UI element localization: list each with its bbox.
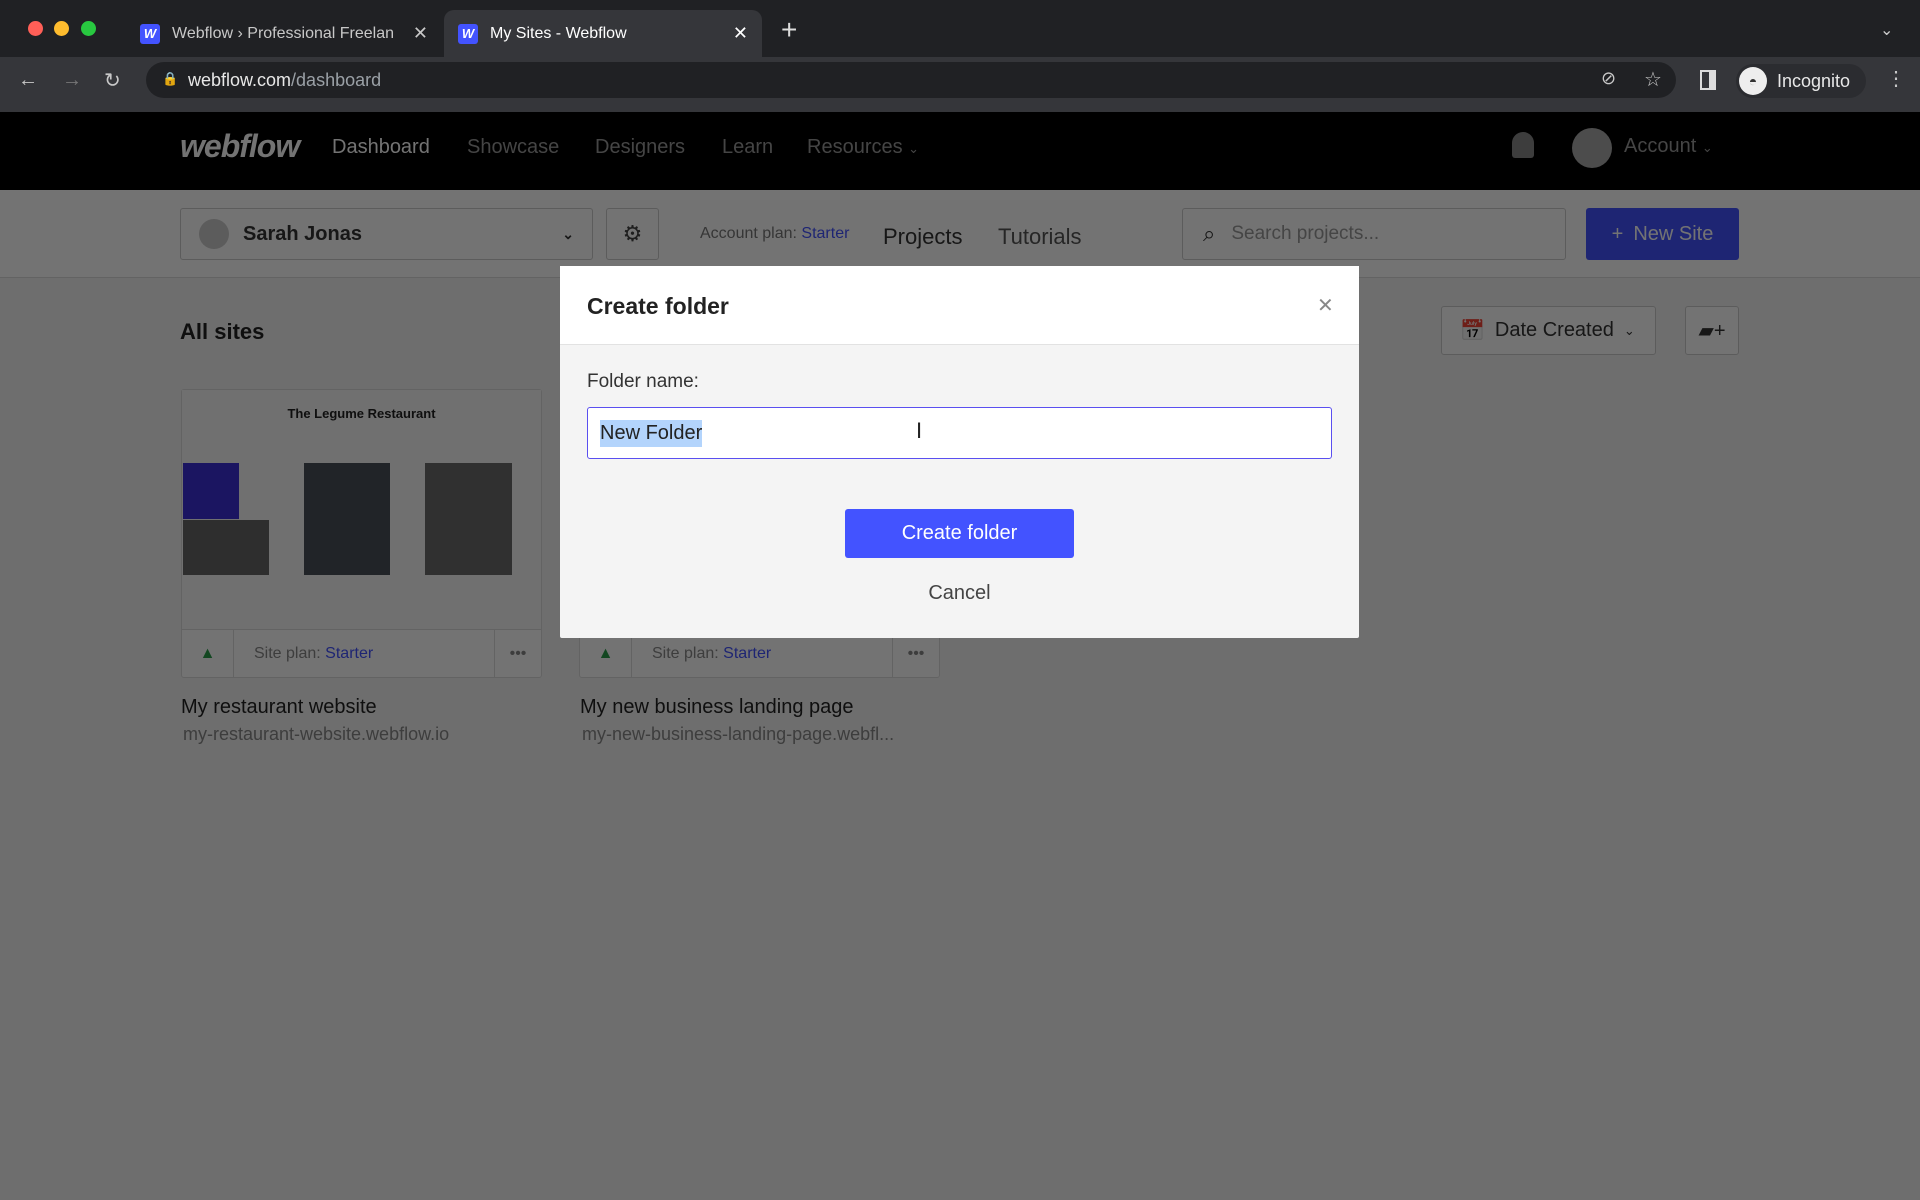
notification-bell-icon[interactable] xyxy=(1512,132,1534,158)
webflow-favicon-icon: W xyxy=(140,23,160,44)
nav-dashboard[interactable]: Dashboard xyxy=(332,136,430,159)
chevron-down-icon: ⌄ xyxy=(1701,140,1713,155)
chevron-down-icon: ⌄ xyxy=(562,225,574,242)
url-bar[interactable]: 🔒 webflow.com/dashboard ⊘ ☆ xyxy=(146,62,1676,98)
plus-icon: + xyxy=(1611,222,1624,245)
settings-gear-icon[interactable]: ⚙ xyxy=(606,208,659,260)
account-label: Account xyxy=(1624,135,1697,157)
nav-learn[interactable]: Learn xyxy=(722,136,773,159)
url-path: /dashboard xyxy=(291,69,382,90)
lock-icon: 🔒 xyxy=(162,71,179,86)
account-avatar[interactable] xyxy=(1572,128,1612,168)
folder-name-value: New Folder xyxy=(600,419,703,447)
calendar-sort-icon: 📅 xyxy=(1460,320,1485,342)
search-placeholder: Search projects... xyxy=(1231,223,1380,244)
page-title: All sites xyxy=(180,319,265,344)
create-folder-button[interactable]: Create folder xyxy=(845,509,1074,558)
more-options-icon[interactable]: ••• xyxy=(893,645,939,663)
maximize-window-button[interactable] xyxy=(81,21,96,36)
site-plan-label: Site plan: xyxy=(652,645,719,662)
new-tab-icon[interactable]: + xyxy=(781,14,797,46)
search-icon: ⌕ xyxy=(1203,221,1216,246)
minimize-window-button[interactable] xyxy=(54,21,69,36)
nav-showcase[interactable]: Showcase xyxy=(467,136,559,159)
thumbnail-image xyxy=(304,463,390,575)
thumbnail-image xyxy=(183,463,239,519)
site-plan-link[interactable]: Starter xyxy=(723,645,771,662)
tab-projects[interactable]: Projects xyxy=(883,224,962,250)
cancel-button[interactable]: Cancel xyxy=(845,582,1074,605)
forward-icon[interactable]: → xyxy=(62,69,82,92)
browser-menu-icon[interactable]: ⋮ xyxy=(1886,66,1906,91)
side-panel-icon[interactable] xyxy=(1700,70,1716,90)
thumbnail-title: The Legume Restaurant xyxy=(287,406,436,421)
close-tab-icon[interactable]: ✕ xyxy=(413,23,428,44)
close-window-button[interactable] xyxy=(28,21,43,36)
new-site-label: New Site xyxy=(1633,222,1714,245)
nav-designers[interactable]: Designers xyxy=(595,136,685,159)
create-folder-modal: Create folder ✕ Folder name: New Folder … xyxy=(560,266,1359,638)
new-folder-icon[interactable]: ▰+ xyxy=(1685,306,1739,355)
bookmark-star-icon[interactable]: ☆ xyxy=(1644,67,1662,92)
incognito-icon: ◓ xyxy=(1739,67,1767,95)
plan-label: Account plan: xyxy=(700,225,797,242)
more-options-icon[interactable]: ••• xyxy=(495,645,541,663)
close-icon[interactable]: ✕ xyxy=(1317,293,1334,318)
publish-rocket-icon[interactable]: ▲ xyxy=(182,630,234,678)
nav-resources[interactable]: Resources ⌄ xyxy=(807,136,919,159)
workspace-avatar xyxy=(199,219,229,249)
profile-label: Incognito xyxy=(1777,70,1851,91)
thumbnail-image xyxy=(183,520,269,575)
account-menu[interactable]: Account ⌄ xyxy=(1624,135,1713,158)
folder-name-label: Folder name: xyxy=(587,371,699,392)
text-cursor-icon: I xyxy=(916,418,923,443)
url-host: webflow.com xyxy=(188,69,292,90)
tab-title: Webflow › Professional Freelan xyxy=(172,24,395,42)
site-name[interactable]: My restaurant website xyxy=(181,696,377,719)
search-input[interactable]: ⌕ Search projects... xyxy=(1182,208,1566,260)
eye-off-icon[interactable]: ⊘ xyxy=(1601,68,1616,89)
browser-tab-bar: W Webflow › Professional Freelan ✕ W My … xyxy=(0,0,1920,57)
webflow-logo[interactable]: webflow xyxy=(180,128,300,165)
chevron-down-icon: ⌄ xyxy=(908,141,920,156)
close-tab-icon[interactable]: ✕ xyxy=(733,23,748,44)
incognito-badge[interactable]: ◓ Incognito xyxy=(1736,64,1866,98)
site-plan-link[interactable]: Starter xyxy=(325,645,373,662)
modal-title: Create folder xyxy=(587,293,729,319)
chevron-down-icon: ⌄ xyxy=(1623,322,1635,338)
folder-name-input[interactable]: New Folder I xyxy=(587,407,1332,459)
site-card[interactable]: The Legume Restaurant ▲ Site plan: Start… xyxy=(181,389,542,678)
workspace-name: Sarah Jonas xyxy=(243,222,362,245)
site-url[interactable]: my-new-business-landing-page.webfl... xyxy=(582,724,894,745)
browser-tab-active[interactable]: W My Sites - Webflow ✕ xyxy=(444,10,762,57)
plan-link[interactable]: Starter xyxy=(801,225,849,242)
site-plan-label: Site plan: xyxy=(254,645,321,662)
tab-title: My Sites - Webflow xyxy=(490,24,627,42)
account-plan: Account plan: Starter xyxy=(700,225,849,243)
sort-dropdown[interactable]: 📅 Date Created ⌄ xyxy=(1441,306,1656,355)
tab-tutorials[interactable]: Tutorials xyxy=(998,224,1082,250)
browser-tab[interactable]: W Webflow › Professional Freelan ✕ xyxy=(126,10,442,57)
workspace-dropdown[interactable]: Sarah Jonas ⌄ xyxy=(180,208,593,260)
nav-resources-label: Resources xyxy=(807,136,903,158)
tab-list-chevron-icon[interactable]: ⌄ xyxy=(1880,20,1893,40)
site-url[interactable]: my-restaurant-website.webflow.io xyxy=(183,724,449,745)
reload-icon[interactable]: ↻ xyxy=(104,68,121,93)
sort-label: Date Created xyxy=(1494,319,1614,341)
site-plan: Site plan: Starter xyxy=(234,630,495,678)
webflow-favicon-icon: W xyxy=(458,23,478,44)
site-thumbnail[interactable]: The Legume Restaurant xyxy=(182,390,541,630)
new-site-button[interactable]: + New Site xyxy=(1586,208,1739,260)
site-name[interactable]: My new business landing page xyxy=(580,696,854,719)
back-icon[interactable]: ← xyxy=(18,69,38,92)
thumbnail-image xyxy=(425,463,512,575)
